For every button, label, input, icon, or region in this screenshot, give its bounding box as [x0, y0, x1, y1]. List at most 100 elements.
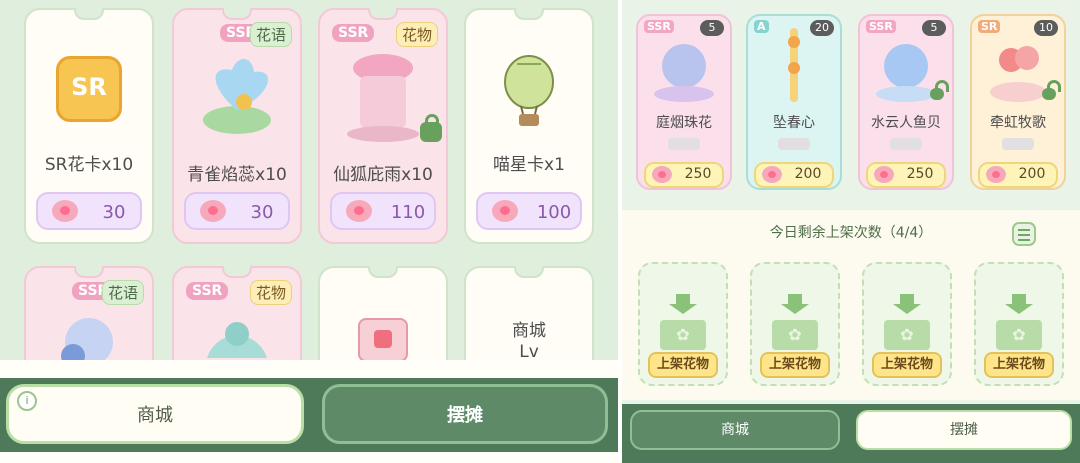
price-value: 30 [250, 202, 274, 223]
card-title: 仙狐庇雨x10 [333, 165, 433, 185]
flower-art-icon [203, 58, 271, 134]
shop-card-qingque[interactable]: SSR 花语 青雀焰蕊x10 30 [172, 8, 302, 244]
card-hook [368, 8, 398, 20]
card-hook [514, 266, 544, 278]
price-button[interactable]: 30 [36, 192, 142, 230]
empty-slot-2[interactable]: 上架花物 [750, 262, 840, 386]
shop-card-miaoxing[interactable]: 喵星卡x1 100 [464, 8, 594, 244]
price-value: 200 [794, 166, 822, 182]
quantity-badge: 5 [922, 20, 946, 36]
stall-panel: SSR 5 庭烟珠花 250 A 20 坠春心 200 SSR 5 水云人鱼贝 … [622, 0, 1080, 463]
item-price: 200 [978, 162, 1058, 188]
sr-icon-text: SR [71, 73, 107, 101]
letter-like-icon [358, 318, 408, 362]
item-price: 250 [644, 162, 724, 188]
list-item-button[interactable]: 上架花物 [872, 352, 942, 378]
heart-currency-icon [762, 166, 782, 183]
price-value: 100 [536, 202, 572, 223]
open-box-icon [996, 320, 1042, 350]
open-box-icon [884, 320, 930, 350]
stall-item-4[interactable]: SR 10 牵虹牧歌 200 [970, 14, 1066, 190]
price-value: 200 [1018, 166, 1046, 182]
price-value: 250 [906, 166, 934, 182]
quantity-badge: 20 [810, 20, 834, 36]
heart-currency-icon [200, 200, 226, 222]
shop-card-sr-flower[interactable]: SR SR花卡x10 30 [24, 8, 154, 244]
sr-card-icon: SR [56, 56, 122, 122]
tab-shop-label: 商城 [721, 422, 749, 438]
item-price: 250 [866, 162, 946, 188]
tag-huawu: 花物 [395, 22, 438, 47]
seller-name-blurred [778, 138, 810, 150]
rarity-badge: SR [978, 20, 1001, 33]
price-button[interactable]: 30 [184, 192, 290, 230]
card-hook [368, 266, 398, 278]
stall-item-3[interactable]: SSR 5 水云人鱼贝 250 [858, 14, 954, 190]
hot-air-balloon-icon [504, 55, 554, 126]
stall-item-1[interactable]: SSR 5 庭烟珠花 250 [636, 14, 732, 190]
list-item-button[interactable]: 上架花物 [984, 352, 1054, 378]
price-value: 30 [102, 202, 126, 223]
empty-slot-4[interactable]: 上架花物 [974, 262, 1064, 386]
lock-icon [930, 80, 949, 100]
rarity-badge: SSR [644, 20, 674, 33]
heart-currency-icon [52, 200, 78, 222]
item-name: 坠春心 [773, 115, 815, 131]
tab-shop[interactable]: i 商城 [6, 384, 304, 444]
card-title: 喵星卡x1 [493, 155, 565, 175]
heart-currency-icon [492, 200, 518, 222]
dragon-art-icon [207, 322, 267, 358]
ssr-badge: SSR [186, 282, 229, 300]
down-arrow-icon [893, 294, 921, 314]
item-name: 庭烟珠花 [656, 115, 712, 131]
card-hook [74, 8, 104, 20]
heart-currency-icon [986, 166, 1006, 183]
lock-icon [1042, 80, 1061, 100]
shop-panel: SR SR花卡x10 30 SSR 花语 青雀焰蕊x10 30 SSR 花物 仙… [0, 0, 618, 463]
rarity-badge: SSR [866, 20, 896, 33]
down-arrow-icon [669, 294, 697, 314]
card-hook [514, 8, 544, 20]
hanging-flowers-icon [788, 28, 800, 102]
tab-stall-label: 摆摊 [950, 422, 978, 438]
list-item-button[interactable]: 上架花物 [760, 352, 830, 378]
tab-shop-label: 商城 [137, 405, 173, 426]
card-title: SR花卡x10 [44, 155, 134, 175]
quantity-badge: 10 [1034, 20, 1058, 36]
down-arrow-icon [1005, 294, 1033, 314]
tag-huayu: 花语 [101, 280, 144, 305]
shop-card-xianhu[interactable]: SSR 花物 仙狐庇雨x10 110 [318, 8, 448, 244]
list-icon[interactable] [1012, 222, 1036, 246]
info-icon[interactable]: i [17, 391, 37, 411]
heart-currency-icon [874, 166, 894, 183]
open-box-icon [772, 320, 818, 350]
pavilion-art-icon [347, 54, 419, 142]
tab-stall-label: 摆摊 [447, 405, 483, 426]
price-value: 250 [684, 166, 712, 182]
tag-huawu: 花物 [249, 280, 292, 305]
empty-slot-1[interactable]: 上架花物 [638, 262, 728, 386]
card-title: 青雀焰蕊x10 [187, 165, 287, 185]
heart-currency-icon [346, 200, 372, 222]
list-item-button[interactable]: 上架花物 [648, 352, 718, 378]
tab-stall[interactable]: 摆摊 [856, 410, 1072, 450]
quantity-badge: 5 [700, 20, 724, 36]
rarity-badge: A [754, 20, 769, 33]
seller-name-blurred [890, 138, 922, 150]
price-button[interactable]: 100 [476, 192, 582, 230]
price-button[interactable]: 110 [330, 192, 436, 230]
open-box-icon [660, 320, 706, 350]
tab-shop[interactable]: 商城 [630, 410, 840, 450]
card-title: 商城 [512, 321, 546, 341]
down-arrow-icon [781, 294, 809, 314]
empty-slot-3[interactable]: 上架花物 [862, 262, 952, 386]
item-art-icon [654, 44, 714, 102]
seller-name-blurred [1002, 138, 1034, 150]
tab-stall[interactable]: 摆摊 [322, 384, 608, 444]
stall-item-2[interactable]: A 20 坠春心 200 [746, 14, 842, 190]
card-hook [222, 266, 252, 278]
heart-currency-icon [652, 166, 672, 183]
card-hook [74, 266, 104, 278]
card-hook [222, 8, 252, 20]
tag-huayu: 花语 [249, 22, 292, 47]
